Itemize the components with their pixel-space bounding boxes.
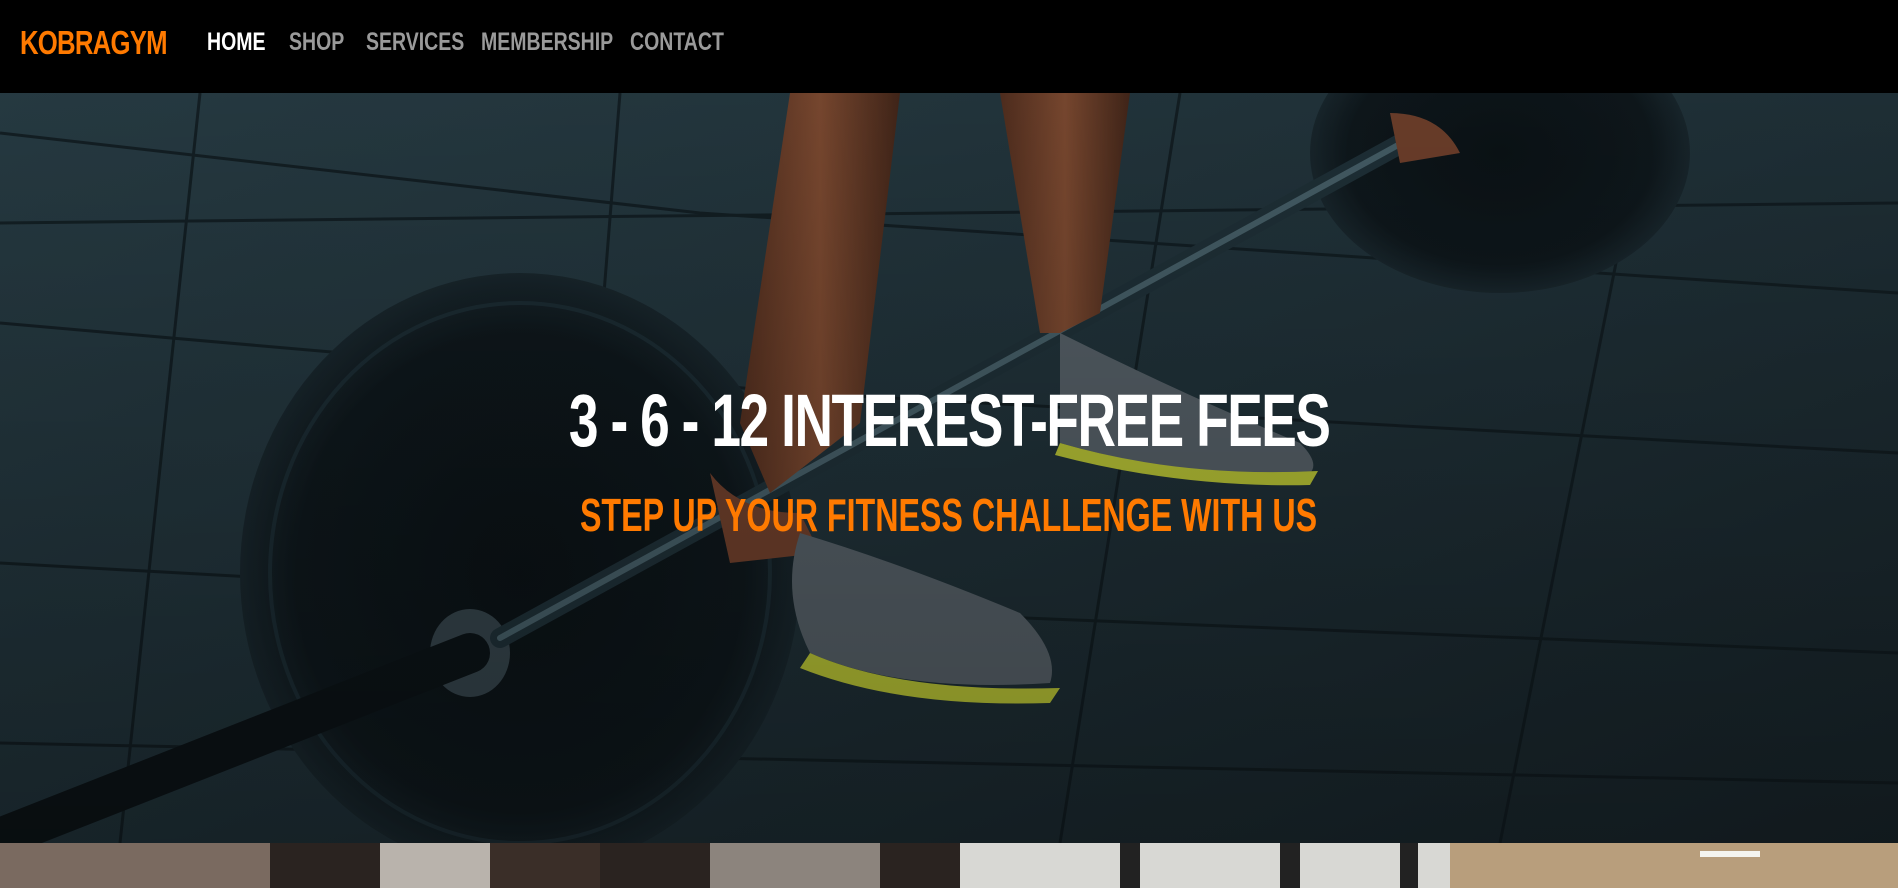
nav-item-membership[interactable]: MEMBERSHIP [481,28,613,57]
hero-background-image [0,93,1898,843]
hero-subtitle: STEP UP YOUR FITNESS CHALLENGE WITH US [0,488,1898,542]
nav-item-shop[interactable]: SHOP [289,28,344,57]
nav-item-contact[interactable]: CONTACT [630,28,724,57]
top-navbar: KOBRAGYM HOME SHOP SERVICES MEMBERSHIP C… [0,0,1898,93]
hero-subtitle-text: STEP UP YOUR FITNESS CHALLENGE WITH US [580,489,1318,541]
gallery-strip [0,843,1898,888]
hero-title: 3 - 6 - 12 INTEREST-FREE FEES [0,378,1898,463]
nav-item-services[interactable]: SERVICES [366,28,464,57]
hero-title-text: 3 - 6 - 12 INTEREST-FREE FEES [568,379,1331,462]
gallery-image-strip [0,843,1898,888]
brand-logo[interactable]: KOBRAGYM [20,24,168,62]
nav-item-home[interactable]: HOME [207,28,266,57]
hero-banner: 3 - 6 - 12 INTEREST-FREE FEES STEP UP YO… [0,93,1898,843]
